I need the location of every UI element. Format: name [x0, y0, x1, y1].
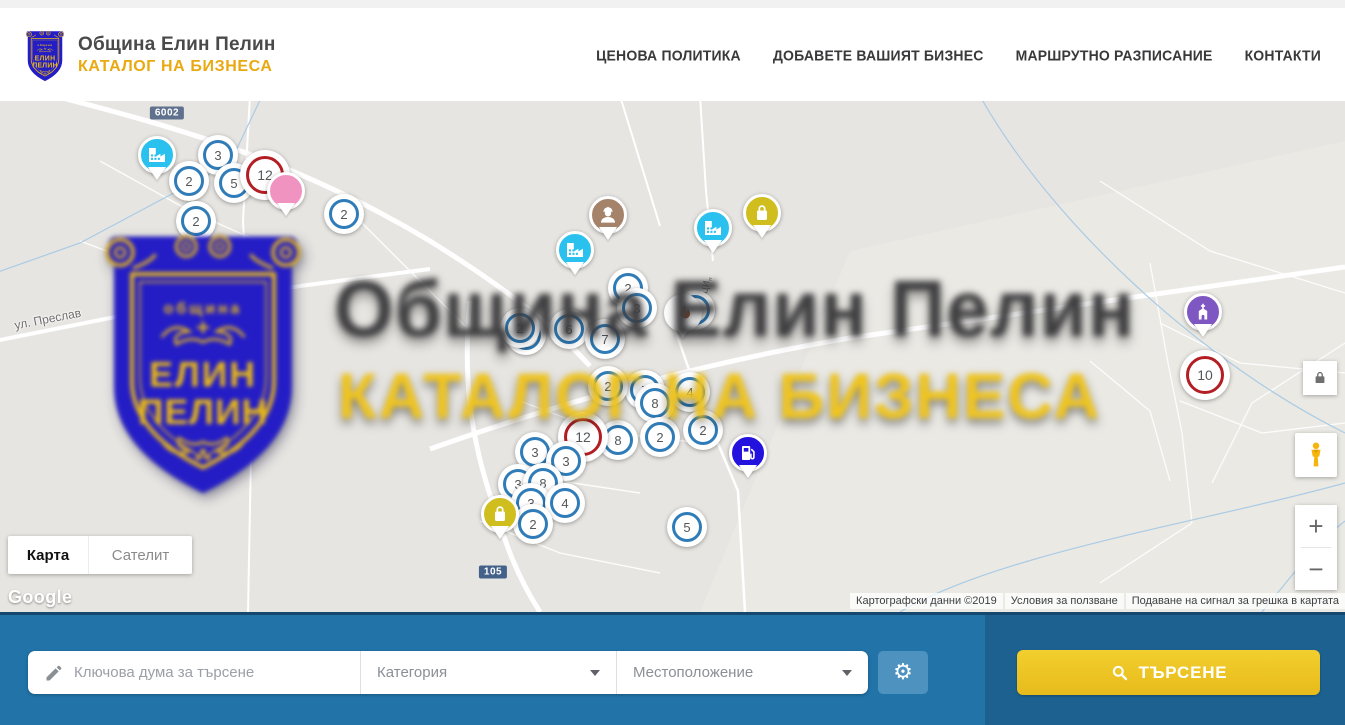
road-number-label: 105: [479, 566, 507, 579]
map-marker-cluster[interactable]: 2: [324, 194, 364, 234]
chevron-down-icon: [842, 670, 852, 681]
brand-subtitle: КАТАЛОГ НА БИЗНЕСА: [78, 58, 276, 76]
nav-add-your-business[interactable]: ДОБАВЕТЕ ВАШИЯТ БИЗНЕС: [773, 46, 984, 63]
brand: Община Елин Пелин КАТАЛОГ НА БИЗНЕСА: [22, 26, 276, 84]
cluster-count: 2: [518, 509, 548, 539]
map-marker-pin[interactable]: [1184, 293, 1222, 331]
map-attribution: Картографски данни ©2019 Условия за полз…: [850, 593, 1345, 609]
terms-of-use-link[interactable]: Условия за ползване: [1005, 593, 1124, 609]
pin-tail: [566, 262, 584, 284]
header: Община Елин Пелин КАТАЛОГ НА БИЗНЕСА ЦЕН…: [0, 8, 1345, 101]
map-marker-cluster[interactable]: 2: [588, 366, 628, 406]
cluster-count: 2: [593, 371, 623, 401]
cluster-count: 2: [688, 415, 718, 445]
pin-tail: [674, 325, 692, 347]
main-nav: ЦЕНОВА ПОЛИТИКА ДОБАВЕТЕ ВАШИЯТ БИЗНЕС М…: [596, 47, 1321, 63]
map-marker-cluster[interactable]: 3: [617, 288, 657, 328]
map-marker-pin[interactable]: [138, 136, 176, 174]
map-marker-cluster[interactable]: 7: [585, 319, 625, 359]
cluster-count: 7: [590, 324, 620, 354]
keyword-field-wrap: [28, 651, 360, 694]
location-dropdown-label: Местоположение: [633, 664, 753, 681]
gear-icon: ⚙: [893, 662, 913, 684]
advanced-settings-button[interactable]: ⚙: [878, 651, 928, 694]
map-marker-pin[interactable]: [481, 495, 519, 533]
search-icon: [1110, 663, 1129, 682]
nav-route-schedule[interactable]: МАРШРУТНО РАЗПИСАНИЕ: [1016, 46, 1213, 63]
pin-tail: [599, 227, 617, 249]
keyword-search-input[interactable]: [74, 664, 324, 681]
pegman-control[interactable]: [1295, 433, 1337, 477]
map-marker-cluster[interactable]: 4: [670, 372, 710, 412]
google-logo[interactable]: Google: [8, 587, 72, 608]
zoom-in-button[interactable]: +: [1295, 505, 1337, 547]
map-type-map-button[interactable]: Карта: [8, 536, 88, 574]
map-marker-pin[interactable]: [267, 172, 305, 210]
search-bar: Категория Местоположение ⚙ ТЪРСЕНЕ: [0, 612, 1345, 725]
cluster-count: 3: [622, 293, 652, 323]
map-marker-cluster[interactable]: 2: [513, 504, 553, 544]
location-dropdown[interactable]: Местоположение: [616, 651, 868, 694]
attribution-copyright: Картографски данни ©2019: [850, 593, 1003, 609]
pegman-icon: [1303, 439, 1329, 471]
pin-tail: [277, 203, 295, 225]
cluster-count: 4: [675, 377, 705, 407]
pin-tail: [1194, 324, 1212, 346]
pin-tail: [491, 526, 509, 548]
cluster-count: 2: [505, 313, 535, 343]
zoom-out-button[interactable]: −: [1295, 548, 1337, 590]
map-marker-pin[interactable]: [556, 231, 594, 269]
map-marker-pin[interactable]: [589, 196, 627, 234]
nav-pricing-policy[interactable]: ЦЕНОВА ПОЛИТИКА: [596, 46, 741, 63]
road-number-label: 6002: [150, 107, 184, 120]
map-marker-pin[interactable]: [694, 209, 732, 247]
cluster-count: 2: [645, 422, 675, 452]
cluster-count: 8: [640, 388, 670, 418]
pencil-icon: [44, 663, 64, 683]
pin-tail: [148, 167, 166, 189]
map-marker-cluster[interactable]: 2: [176, 201, 216, 241]
map-marker-pin[interactable]: [729, 434, 767, 472]
map-marker-cluster[interactable]: 6: [549, 309, 589, 349]
map-marker-cluster[interactable]: 10: [1180, 350, 1230, 400]
cluster-count: 5: [672, 512, 702, 542]
map-marker-cluster[interactable]: 2: [500, 308, 540, 348]
brand-title: Община Елин Пелин: [78, 34, 276, 56]
map-marker-cluster[interactable]: 2: [683, 410, 723, 450]
map-marker-pin[interactable]: [743, 194, 781, 232]
cluster-count: 10: [1186, 356, 1224, 394]
pin-tail: [753, 225, 771, 247]
cluster-count: 6: [554, 314, 584, 344]
zoom-control: + −: [1295, 505, 1337, 590]
report-map-error-link[interactable]: Подаване на сигнал за грешка в картата: [1126, 593, 1345, 609]
lock-control-button[interactable]: [1303, 361, 1337, 395]
nav-contacts[interactable]: КОНТАКТИ: [1245, 46, 1321, 63]
pin-tail: [739, 465, 757, 487]
search-submit-button[interactable]: ТЪРСЕНЕ: [1017, 650, 1320, 695]
page-top-strip: [0, 0, 1345, 8]
search-fields-group: Категория Местоположение: [28, 651, 868, 694]
lock-icon: [1310, 368, 1330, 388]
map-marker-cluster[interactable]: 5: [667, 507, 707, 547]
cluster-count: 2: [181, 206, 211, 236]
cluster-count: 2: [329, 199, 359, 229]
category-dropdown-label: Категория: [377, 664, 447, 681]
map-marker-pin[interactable]: [664, 294, 702, 332]
search-button-label: ТЪРСЕНЕ: [1139, 663, 1228, 683]
chevron-down-icon: [590, 670, 600, 681]
map-type-satellite-button[interactable]: Сателит: [88, 536, 192, 574]
cluster-count: 2: [174, 166, 204, 196]
municipality-emblem-logo: [22, 26, 68, 84]
map-type-control: Карта Сателит: [8, 536, 192, 574]
cluster-count: 4: [550, 488, 580, 518]
pin-tail: [704, 240, 722, 262]
map-canvas[interactable]: 325122223564727284228123338342510 600210…: [0, 101, 1345, 612]
map-marker-cluster[interactable]: 2: [640, 417, 680, 457]
category-dropdown[interactable]: Категория: [360, 651, 616, 694]
